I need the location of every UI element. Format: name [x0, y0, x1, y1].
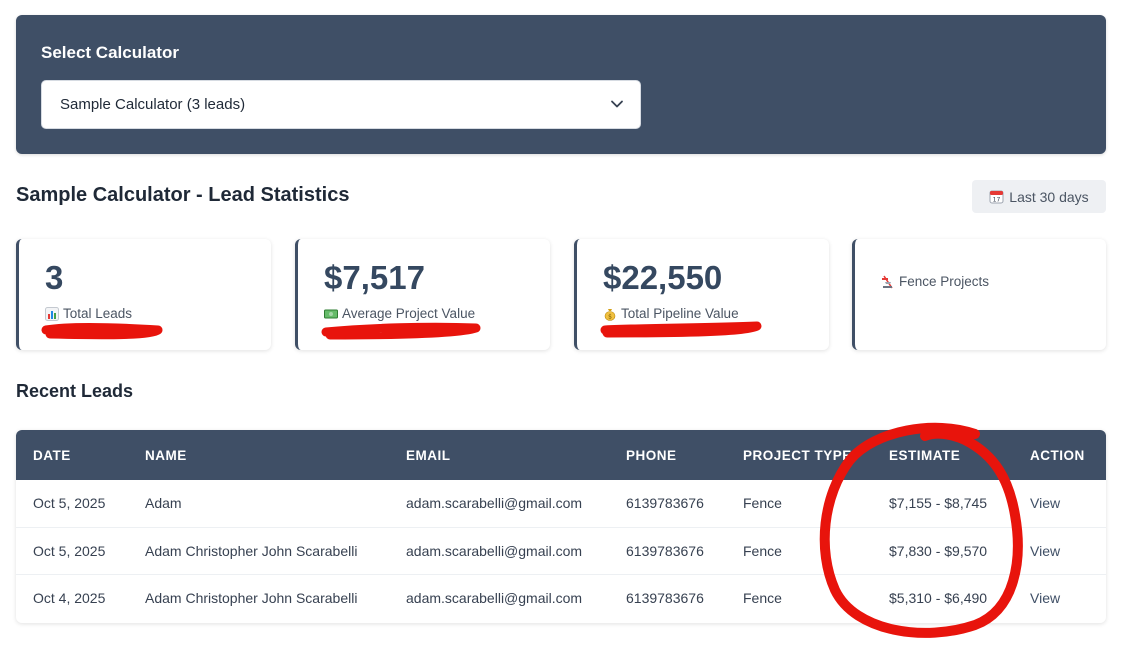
recent-leads-title: Recent Leads: [16, 381, 134, 401]
cell-name: Adam Christopher John Scarabelli: [145, 589, 358, 606]
cell-project-type: Fence: [743, 589, 782, 606]
page-title: Sample Calculator - Lead Statistics: [16, 184, 350, 206]
date-range-button[interactable]: 17 Last 30 days: [972, 180, 1106, 213]
stat-label: Average Project Value: [324, 306, 475, 321]
column-header-date: DATE: [33, 447, 71, 463]
column-header-project-type: PROJECT TYPE: [743, 447, 852, 463]
cell-name: Adam Christopher John Scarabelli: [145, 542, 358, 559]
dollar-bill-icon: [324, 309, 338, 318]
cell-project-type: Fence: [743, 495, 782, 512]
svg-text:$: $: [608, 313, 612, 320]
view-link[interactable]: View: [1013, 574, 1106, 621]
date-range-label: Last 30 days: [1009, 188, 1089, 205]
cell-email: adam.scarabelli@gmail.com: [406, 589, 583, 606]
cell-project-type: Fence: [743, 542, 782, 559]
stat-label-text: Total Pipeline Value: [621, 306, 739, 321]
table-header-row: DATE NAME EMAIL PHONE PROJECT TYPE ESTIM…: [16, 430, 1106, 480]
chevron-down-icon: [611, 100, 623, 108]
column-header-action: ACTION: [1030, 447, 1085, 463]
stat-value: $7,517: [324, 259, 425, 296]
column-header-phone: PHONE: [626, 447, 677, 463]
stat-label: $ Total Pipeline Value: [603, 306, 739, 321]
cell-phone: 6139783676: [626, 495, 704, 512]
leads-table: DATE NAME EMAIL PHONE PROJECT TYPE ESTIM…: [16, 430, 1106, 623]
calculator-select[interactable]: Sample Calculator (3 leads): [41, 80, 641, 129]
construction-icon: [882, 275, 893, 288]
cell-email: adam.scarabelli@gmail.com: [406, 495, 583, 512]
column-header-name: NAME: [145, 447, 187, 463]
selector-label: Select Calculator: [41, 43, 179, 62]
stat-label-text: Average Project Value: [342, 306, 476, 321]
cell-date: Oct 4, 2025: [33, 589, 106, 606]
cell-estimate: $7,830 - $9,570: [889, 542, 988, 559]
stat-label-text: Total Leads: [63, 306, 133, 321]
cell-phone: 6139783676: [626, 589, 704, 606]
cell-name: Adam: [145, 495, 182, 512]
stat-value: $22,550: [603, 259, 723, 296]
svg-text:17: 17: [993, 197, 1001, 204]
stat-card-fence-projects: Fence Projects: [852, 239, 1106, 350]
cell-estimate: $5,310 - $6,490: [889, 589, 988, 606]
cell-estimate: $7,155 - $8,745: [889, 495, 988, 512]
column-header-email: EMAIL: [406, 447, 451, 463]
select-value: Sample Calculator (3 leads): [60, 96, 246, 113]
stat-card-pipeline-value: $22,550 $ Total Pipeline Value: [574, 239, 829, 350]
stat-label: Total Leads: [45, 306, 132, 321]
calculator-selector-panel: Select Calculator Sample Calculator (3 l…: [16, 15, 1106, 154]
table-row: Oct 5, 2025 Adam Christopher John Scarab…: [16, 527, 1106, 574]
cell-email: adam.scarabelli@gmail.com: [406, 542, 583, 559]
view-link[interactable]: View: [1013, 527, 1106, 574]
stat-label: Fence Projects: [881, 274, 989, 289]
cell-date: Oct 5, 2025: [33, 542, 106, 559]
stat-card-average-value: $7,517 Average Project Value: [295, 239, 550, 350]
calendar-icon: 17: [989, 190, 1004, 204]
cell-date: Oct 5, 2025: [33, 495, 106, 512]
stat-label-text: Fence Projects: [899, 274, 990, 289]
stat-value: 3: [45, 259, 64, 296]
cell-phone: 6139783676: [626, 542, 704, 559]
view-link[interactable]: View: [1013, 480, 1106, 527]
bar-chart-icon: [45, 306, 59, 321]
money-bag-icon: $: [604, 308, 616, 321]
stat-card-total-leads: 3 Total Leads: [16, 239, 271, 350]
column-header-estimate: ESTIMATE: [889, 447, 961, 463]
table-row: Oct 5, 2025 Adam adam.scarabelli@gmail.c…: [16, 480, 1106, 527]
table-row: Oct 4, 2025 Adam Christopher John Scarab…: [16, 574, 1106, 621]
